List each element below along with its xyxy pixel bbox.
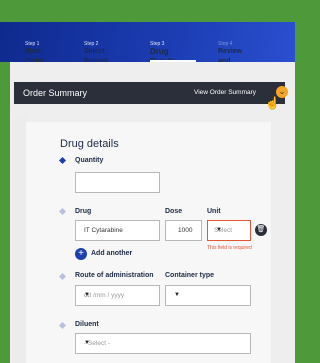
order-summary-title: Order Summary bbox=[23, 88, 88, 98]
side-panel bbox=[14, 116, 26, 363]
container-type-label: Container type bbox=[165, 272, 215, 279]
view-order-summary-link[interactable]: View Order Summary bbox=[194, 89, 256, 96]
drug-input[interactable]: IT Cytarabine bbox=[75, 220, 160, 241]
drug-label: Drug bbox=[75, 208, 92, 215]
step-drug-details[interactable]: Step 3 Drug Details bbox=[150, 41, 176, 62]
order-stepper: Step 1 Start Order Step 2 Select Patient… bbox=[0, 22, 295, 62]
trash-icon[interactable]: 🗑 bbox=[255, 224, 267, 236]
unit-label: Unit bbox=[207, 208, 221, 215]
dose-value: 1000 bbox=[178, 227, 193, 234]
dose-input[interactable]: 1000 bbox=[165, 220, 202, 241]
section-title: Drug details bbox=[60, 138, 119, 150]
dose-label: Dose bbox=[165, 208, 183, 215]
step-label: Select Patient bbox=[84, 48, 108, 62]
unit-select[interactable]: Select ▼ bbox=[207, 220, 251, 241]
route-label: Route of administration bbox=[75, 272, 154, 279]
step-label: Review and Complete bbox=[218, 48, 243, 62]
quantity-label: Quantity bbox=[75, 157, 104, 164]
step-review-complete[interactable]: Step 4 Review and Complete bbox=[218, 41, 242, 62]
diluent-select[interactable]: - Select - ▼ bbox=[75, 333, 251, 354]
step-start-order[interactable]: Step 1 Start Order bbox=[25, 41, 44, 62]
caret-down-icon: ▼ bbox=[84, 340, 90, 346]
add-another-label[interactable]: Add another bbox=[91, 250, 132, 257]
drug-value: IT Cytarabine bbox=[84, 227, 123, 234]
pointer-cursor-icon: ☝ bbox=[265, 96, 280, 110]
container-type-select[interactable]: ▼ bbox=[165, 285, 251, 306]
quantity-input[interactable] bbox=[75, 172, 160, 193]
step-label: Start Order bbox=[25, 48, 45, 62]
caret-down-icon: ▼ bbox=[84, 292, 90, 298]
add-another-button[interactable]: + bbox=[75, 248, 87, 260]
top-strip bbox=[0, 0, 295, 22]
diluent-label: Diluent bbox=[75, 321, 99, 328]
caret-down-icon: ▼ bbox=[216, 227, 222, 233]
order-summary-bar[interactable]: Order Summary View Order Summary ⌄ bbox=[14, 82, 288, 104]
caret-down-icon: ▼ bbox=[174, 292, 180, 298]
route-select[interactable]: dd /mm / yyyy ▼ bbox=[75, 285, 160, 306]
step-select-patient[interactable]: Step 2 Select Patient bbox=[84, 41, 107, 62]
unit-error-message: This field is required bbox=[207, 245, 252, 251]
